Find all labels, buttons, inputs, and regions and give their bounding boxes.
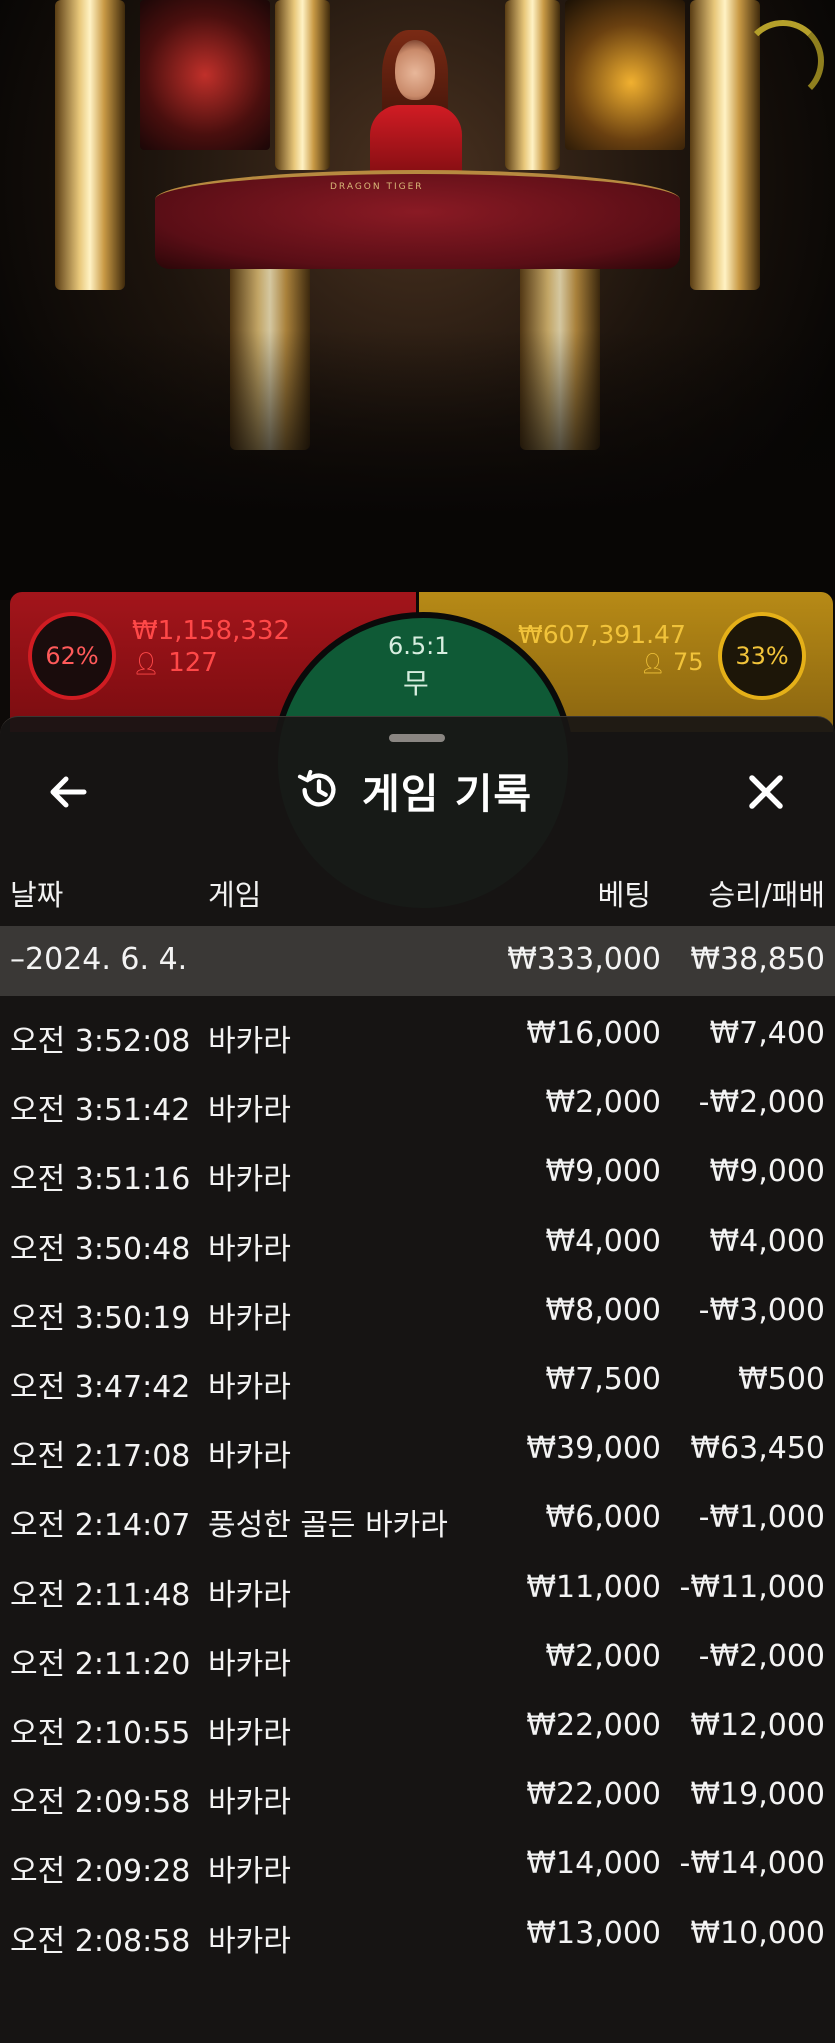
row-bet: ₩14,000 — [526, 1846, 661, 1881]
row-win-loss: -₩2,000 — [698, 1639, 825, 1674]
row-game: 바카라 — [208, 1301, 291, 1336]
tie-odds: 6.5:1 — [388, 632, 450, 660]
person-icon: 👤︎ — [640, 651, 666, 675]
row-bet: ₩16,000 — [526, 1016, 661, 1051]
tie-label: 무 — [403, 667, 429, 700]
tiger-artwork — [565, 0, 685, 150]
row-game: 바카라 — [208, 1785, 291, 1820]
column-header-date[interactable]: 날짜 — [10, 872, 63, 914]
row-time: 오전 3:50:19 — [10, 1301, 191, 1336]
row-time: 오전 2:09:58 — [10, 1785, 191, 1820]
row-bet: ₩13,000 — [526, 1916, 661, 1951]
column-header-game[interactable]: 게임 — [208, 872, 261, 914]
row-win-loss: ₩19,000 — [690, 1777, 825, 1812]
row-bet: ₩9,000 — [545, 1154, 661, 1189]
tiger-percent: 33% — [718, 612, 806, 700]
row-win-loss: ₩9,000 — [709, 1154, 825, 1189]
row-game: 바카라 — [208, 1854, 291, 1889]
row-bet: ₩4,000 — [545, 1224, 661, 1259]
row-time: 오전 2:08:58 — [10, 1924, 191, 1959]
history-icon — [297, 769, 336, 807]
row-game: 바카라 — [208, 1716, 291, 1751]
close-icon[interactable] — [742, 768, 790, 816]
row-win-loss: -₩1,000 — [698, 1500, 825, 1535]
row-game: 바카라 — [208, 1232, 291, 1267]
row-time: 오전 2:09:28 — [10, 1854, 191, 1889]
row-game: 바카라 — [208, 1647, 291, 1682]
countdown-timer-icon — [742, 20, 824, 102]
row-win-loss: -₩14,000 — [679, 1846, 825, 1881]
row-bet: ₩8,000 — [545, 1293, 661, 1328]
person-icon: 👤︎ — [132, 652, 160, 677]
date-group-label: –2024. 6. 4. — [10, 942, 188, 977]
row-win-loss: ₩10,000 — [690, 1916, 825, 1951]
table-label: DRAGON TIGER — [330, 182, 424, 192]
tiger-bet-amount: ₩607,391.47 — [518, 620, 686, 649]
sheet-header: 게임 기록 — [296, 760, 532, 820]
row-win-loss: ₩7,400 — [709, 1016, 825, 1051]
page-title: 게임 기록 — [362, 770, 533, 818]
date-group-bet-total: ₩333,000 — [507, 942, 661, 977]
row-win-loss: ₩63,450 — [690, 1431, 825, 1466]
row-bet: ₩2,000 — [545, 1085, 661, 1120]
row-bet: ₩2,000 — [545, 1639, 661, 1674]
row-bet: ₩6,000 — [545, 1500, 661, 1535]
dragon-players: 127 — [168, 648, 218, 678]
row-win-loss: -₩2,000 — [698, 1085, 825, 1120]
row-game: 바카라 — [208, 1370, 291, 1405]
row-game: 풍성한 골든 바카라 — [208, 1508, 448, 1543]
gold-pillar-right-inner — [505, 0, 560, 170]
row-game: 바카라 — [208, 1093, 291, 1128]
sheet-drag-handle[interactable] — [389, 734, 445, 742]
row-time: 오전 2:10:55 — [10, 1716, 191, 1751]
row-win-loss: ₩12,000 — [690, 1708, 825, 1743]
row-bet: ₩22,000 — [526, 1708, 661, 1743]
date-group-win-loss-total: ₩38,850 — [690, 942, 825, 977]
row-bet: ₩22,000 — [526, 1777, 661, 1812]
gold-pillar-left — [55, 0, 125, 290]
floor-shadow — [0, 330, 835, 600]
row-time: 오전 2:17:08 — [10, 1439, 191, 1474]
row-time: 오전 2:14:07 — [10, 1508, 191, 1543]
dragon-player-count: 👤︎ 127 — [132, 648, 218, 678]
row-win-loss: -₩11,000 — [679, 1570, 825, 1605]
row-time: 오전 2:11:48 — [10, 1578, 191, 1613]
column-header-win-loss[interactable]: 승리/패배 — [709, 872, 826, 914]
column-header-bet[interactable]: 베팅 — [598, 872, 651, 914]
row-time: 오전 3:50:48 — [10, 1232, 191, 1267]
row-game: 바카라 — [208, 1439, 291, 1474]
row-game: 바카라 — [208, 1024, 291, 1059]
row-bet: ₩39,000 — [526, 1431, 661, 1466]
tiger-players: 75 — [673, 648, 704, 676]
row-time: 오전 3:47:42 — [10, 1370, 191, 1405]
dragon-bet-amount: ₩1,158,332 — [132, 616, 291, 646]
row-win-loss: ₩4,000 — [709, 1224, 825, 1259]
row-win-loss: ₩500 — [738, 1362, 825, 1397]
row-game: 바카라 — [208, 1924, 291, 1959]
row-win-loss: -₩3,000 — [698, 1293, 825, 1328]
row-game: 바카라 — [208, 1578, 291, 1613]
live-video-background: DRAGON TIGER — [0, 0, 835, 600]
row-bet: ₩7,500 — [545, 1362, 661, 1397]
tiger-player-count: 👤︎ 75 — [640, 648, 704, 676]
row-time: 오전 3:51:42 — [10, 1093, 191, 1128]
row-bet: ₩11,000 — [526, 1570, 661, 1605]
row-time: 오전 2:11:20 — [10, 1647, 191, 1682]
dragon-percent: 62% — [28, 612, 116, 700]
row-time: 오전 3:51:16 — [10, 1162, 191, 1197]
row-game: 바카라 — [208, 1162, 291, 1197]
gold-pillar-left-inner — [275, 0, 330, 170]
dragon-artwork — [140, 0, 270, 150]
row-time: 오전 3:52:08 — [10, 1024, 191, 1059]
back-arrow-icon[interactable] — [44, 768, 92, 816]
dealer-face — [395, 40, 435, 100]
